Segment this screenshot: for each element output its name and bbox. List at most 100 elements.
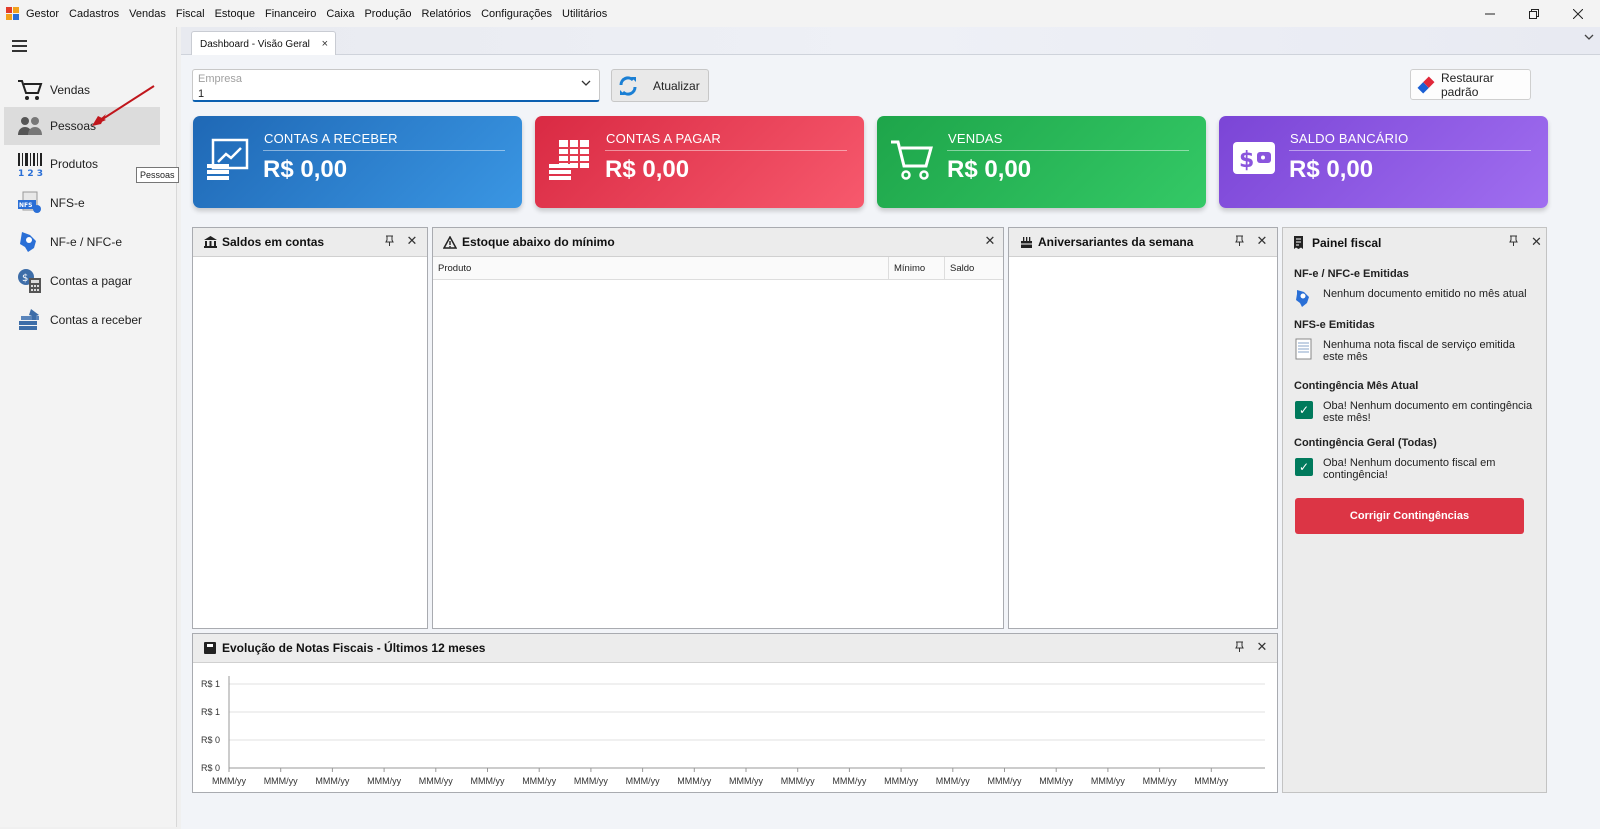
chevron-down-icon [581, 79, 591, 90]
x-tick-label: MMM/yy [471, 776, 505, 786]
dashboard-content: Empresa 1 Atualizar Restaurar padrão CON… [181, 55, 1600, 829]
card-vendas: VENDAS R$ 0,00 [877, 116, 1206, 208]
sidebar: Vendas Pessoas 1 2 3 Produtos NFS NFS-e … [0, 27, 179, 827]
x-tick-label: MMM/yy [419, 776, 453, 786]
close-tab-icon[interactable]: × [322, 38, 328, 50]
x-tick-label: MMM/yy [729, 776, 763, 786]
column-header-saldo[interactable]: Saldo [945, 257, 1003, 280]
grid-header: Produto Mínimo Saldo [433, 257, 1003, 280]
shopping-cart-icon [889, 136, 935, 182]
close-panel-icon[interactable]: ✕ [1531, 234, 1542, 250]
panel-evolucao-notas: Evolução de Notas Fiscais - Últimos 12 m… [192, 633, 1278, 793]
shopping-cart-icon [16, 76, 44, 104]
close-window-icon[interactable] [1556, 0, 1600, 27]
menu-relatorios[interactable]: Relatórios [417, 8, 477, 20]
hamburger-menu-icon[interactable] [12, 40, 27, 52]
menu-estoque[interactable]: Estoque [210, 8, 260, 20]
pin-icon[interactable] [1232, 641, 1246, 655]
x-tick-label: MMM/yy [367, 776, 401, 786]
menu-vendas[interactable]: Vendas [124, 8, 171, 20]
main-area: Dashboard - Visão Geral × Empresa 1 Atua… [181, 27, 1600, 829]
warning-icon [443, 235, 457, 249]
panel-fiscal: Painel fiscal ✕ NF-e / NFC-e Emitidas Ne… [1282, 227, 1547, 793]
empresa-select[interactable]: Empresa 1 [192, 69, 600, 102]
bank-icon [203, 235, 217, 249]
sidebar-item-label: Contas a pagar [50, 274, 133, 288]
x-tick-label: MMM/yy [1143, 776, 1177, 786]
card-contas-receber: CONTAS A RECEBER R$ 0,00 [193, 116, 522, 208]
sidebar-item-label: NFS-e [50, 196, 85, 210]
pin-icon[interactable] [1232, 235, 1246, 249]
card-amount: R$ 0,00 [1289, 156, 1374, 183]
svg-text:1 2 3: 1 2 3 [18, 169, 43, 177]
contingencia-geral-text: Oba! Nenhum documento fiscal em contingê… [1323, 457, 1496, 481]
contingencia-geral-title: Contingência Geral (Todas) [1294, 437, 1437, 449]
tab-strip: Dashboard - Visão Geral × [181, 27, 1600, 56]
panel-estoque-minimo: Estoque abaixo do mínimo ✕ Produto Mínim… [432, 227, 1004, 629]
menu-caixa[interactable]: Caixa [321, 8, 359, 20]
sidebar-item-label: Vendas [50, 83, 91, 97]
contingencia-geral-row: ✓ Oba! Nenhum documento fiscal em contin… [1294, 457, 1534, 481]
sidebar-item-nfe[interactable]: NF-e / NFC-e [4, 224, 160, 260]
menu-fiscal[interactable]: Fiscal [171, 8, 210, 20]
menu-bar: Gestor Cadastros Vendas Fiscal Estoque F… [26, 8, 612, 20]
x-tick-label: MMM/yy [626, 776, 660, 786]
x-tick-label: MMM/yy [781, 776, 815, 786]
nfe-status-text: Nenhum documento emitido no mês atual [1323, 288, 1527, 300]
menu-utilitarios[interactable]: Utilitários [557, 8, 612, 20]
contingencia-mes-row: ✓ Oba! Nenhum documento em contingência … [1294, 400, 1534, 424]
menu-configuracoes[interactable]: Configurações [476, 8, 557, 20]
sidebar-item-contas-receber[interactable]: Contas a receber [4, 302, 160, 338]
sidebar-item-contas-pagar[interactable]: $ Contas a pagar [4, 263, 160, 299]
card-amount: R$ 0,00 [947, 156, 1032, 183]
tab-overflow-chevron-icon[interactable] [1584, 33, 1594, 44]
close-panel-icon[interactable]: ✕ [405, 234, 419, 248]
spreadsheet-money-icon [547, 136, 593, 182]
column-header-produto[interactable]: Produto [433, 257, 889, 280]
close-panel-icon[interactable]: ✕ [983, 234, 997, 248]
restaurar-padrao-button[interactable]: Restaurar padrão [1410, 69, 1531, 100]
nfse-document-icon: NFS [16, 189, 44, 217]
app-logo-icon [6, 6, 20, 21]
nfse-document-icon [1294, 338, 1314, 360]
column-header-minimo[interactable]: Mínimo [889, 257, 945, 280]
x-tick-label: MMM/yy [832, 776, 866, 786]
panel-title: Evolução de Notas Fiscais - Últimos 12 m… [222, 641, 486, 655]
panel-title: Saldos em contas [222, 235, 325, 249]
panel-title: Estoque abaixo do mínimo [462, 235, 615, 249]
title-bar: Gestor Cadastros Vendas Fiscal Estoque F… [0, 0, 1600, 27]
pin-icon[interactable] [382, 235, 396, 249]
panel-aniversariantes: Aniversariantes da semana ✕ [1008, 227, 1278, 629]
close-panel-icon[interactable]: ✕ [1255, 640, 1269, 654]
card-divider [263, 150, 505, 151]
nfe-brazil-icon [1294, 288, 1314, 308]
x-tick-label: MMM/yy [212, 776, 246, 786]
y-tick-label: R$ 1 [201, 679, 220, 689]
menu-gestor[interactable]: Gestor [26, 8, 64, 20]
minimize-icon[interactable] [1468, 0, 1512, 27]
sidebar-item-label: Produtos [50, 157, 99, 171]
menu-producao[interactable]: Produção [359, 8, 416, 20]
tab-dashboard[interactable]: Dashboard - Visão Geral × [191, 31, 336, 56]
pin-icon[interactable] [1509, 235, 1518, 249]
check-icon: ✓ [1295, 458, 1313, 476]
check-icon: ✓ [1295, 401, 1313, 419]
atualizar-button[interactable]: Atualizar [611, 69, 709, 102]
calculator-money-icon: $ [16, 267, 44, 295]
nfe-status-row: Nenhum documento emitido no mês atual [1294, 288, 1534, 308]
receipt-icon [1293, 236, 1307, 250]
svg-text:$: $ [22, 273, 28, 284]
card-divider [1289, 150, 1531, 151]
restore-icon[interactable] [1512, 0, 1556, 27]
sidebar-item-nfse[interactable]: NFS NFS-e [4, 185, 160, 221]
nfse-status-row: Nenhuma nota fiscal de serviço emitida e… [1294, 338, 1534, 363]
menu-cadastros[interactable]: Cadastros [64, 8, 124, 20]
card-divider [605, 150, 847, 151]
close-panel-icon[interactable]: ✕ [1255, 234, 1269, 248]
menu-financeiro[interactable]: Financeiro [260, 8, 321, 20]
tooltip: Pessoas [136, 167, 179, 183]
sidebar-item-label: NF-e / NFC-e [50, 235, 122, 249]
cake-icon [1019, 235, 1033, 249]
corrigir-contingencias-button[interactable]: Corrigir Contingências [1295, 498, 1524, 534]
empresa-label: Empresa [198, 73, 243, 85]
